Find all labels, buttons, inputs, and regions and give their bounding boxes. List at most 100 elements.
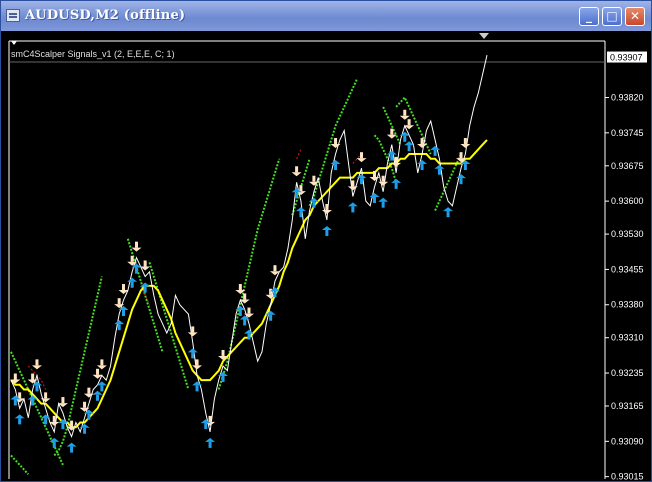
sell-arrow bbox=[96, 359, 107, 370]
buy-arrow-head bbox=[127, 277, 138, 282]
buy-arrow-shaft bbox=[143, 286, 147, 293]
buy-arrow-head bbox=[386, 150, 397, 155]
moving-average bbox=[10, 139, 488, 429]
sell-arrow-shaft bbox=[52, 415, 56, 422]
buy-arrow-head bbox=[295, 207, 306, 212]
sell-arrow-shaft bbox=[195, 359, 199, 366]
chart-menu-triangle bbox=[11, 41, 17, 45]
sell-arrow-shaft bbox=[334, 138, 338, 145]
buy-arrow-shaft bbox=[295, 192, 299, 199]
sell-arrow-shaft bbox=[381, 175, 385, 182]
sell-arrow-shaft bbox=[247, 307, 251, 314]
price-tick-label: 0.93675 bbox=[611, 161, 644, 171]
current-price-label: 0.93907 bbox=[610, 53, 643, 63]
sell-arrow-shaft bbox=[463, 138, 467, 145]
buy-arrow bbox=[434, 164, 445, 175]
sell-arrow-shaft bbox=[243, 293, 247, 300]
buy-arrow-shaft bbox=[437, 168, 441, 175]
sell-arrow-shaft bbox=[394, 156, 398, 163]
sell-arrow bbox=[131, 241, 142, 252]
buy-arrow-head bbox=[369, 193, 380, 197]
sell-arrow-head bbox=[356, 158, 367, 163]
buy-arrow-head bbox=[321, 225, 332, 230]
sell-arrow-head bbox=[291, 172, 302, 177]
buy-arrow-shaft bbox=[83, 427, 87, 434]
buy-arrow-shaft bbox=[208, 441, 212, 448]
sell-arrow-shaft bbox=[208, 415, 212, 422]
sell-arrow-head bbox=[417, 144, 428, 149]
buy-arrow-shaft bbox=[299, 211, 303, 218]
buy-arrow-shaft bbox=[35, 385, 39, 392]
sell-arrow-shaft bbox=[269, 288, 273, 295]
sell-arrow bbox=[460, 138, 471, 149]
buy-arrow-head bbox=[114, 320, 125, 325]
price-axis: 0.93820 0.93745 0.93675 0.93600 0.93530 0.934… bbox=[605, 51, 647, 481]
buy-arrow-shaft bbox=[100, 385, 104, 392]
buy-arrow-shaft bbox=[134, 267, 138, 274]
buy-arrow-head bbox=[14, 414, 25, 419]
buy-arrow bbox=[66, 442, 77, 453]
indicator-label: smC4Scalper Signals_v1 (2, E,E,E, C; 1) bbox=[11, 49, 175, 59]
sell-arrow-shaft bbox=[61, 397, 65, 404]
sell-arrow-head bbox=[391, 162, 402, 167]
buy-arrow-head bbox=[356, 174, 367, 179]
buy-arrow-shaft bbox=[13, 399, 17, 406]
buy-arrow-shaft bbox=[273, 291, 277, 298]
sell-arrow-shaft bbox=[390, 128, 394, 135]
price-line bbox=[10, 55, 488, 439]
buy-arrow-head bbox=[347, 202, 358, 207]
sell-arrow-shaft bbox=[83, 401, 87, 408]
buy-arrow-shaft bbox=[325, 229, 329, 236]
sell-arrow-shaft bbox=[134, 241, 138, 248]
ma-line bbox=[10, 139, 488, 429]
sell-arrow-shaft bbox=[96, 368, 100, 375]
price-tick-label: 0.93745 bbox=[611, 128, 644, 138]
sell-arrow-head bbox=[131, 247, 142, 252]
sell-arrow-shaft bbox=[407, 119, 411, 126]
buy-arrow bbox=[205, 437, 216, 448]
buy-arrow-shaft bbox=[18, 418, 22, 425]
sell-arrow-head bbox=[187, 332, 198, 337]
sell-arrow-head bbox=[460, 144, 471, 149]
buy-arrow-head bbox=[218, 371, 229, 376]
sell-arrow-shaft bbox=[312, 175, 316, 182]
buy-arrow bbox=[114, 320, 125, 331]
band-segment bbox=[53, 276, 103, 457]
buy-arrow-head bbox=[430, 145, 441, 150]
price-tick-label: 0.93455 bbox=[611, 264, 644, 274]
buy-arrow-shaft bbox=[394, 182, 398, 189]
sell-arrow-shaft bbox=[372, 171, 376, 177]
sell-arrow-shaft bbox=[70, 420, 74, 427]
buy-arrow-head bbox=[205, 437, 216, 442]
sell-arrow-head bbox=[386, 134, 397, 139]
buy-arrow-head bbox=[192, 381, 203, 386]
sell-arrow-head bbox=[330, 144, 341, 149]
buy-arrow-shaft bbox=[191, 352, 195, 359]
buy-arrow-shaft bbox=[31, 399, 35, 406]
buy-arrow bbox=[321, 225, 332, 236]
buy-arrow bbox=[391, 178, 402, 189]
sell-arrow bbox=[417, 138, 428, 149]
buy-arrow-shaft bbox=[312, 201, 316, 208]
band-segment bbox=[126, 238, 164, 353]
buy-arrow-head bbox=[66, 442, 77, 447]
sell-arrow-shaft bbox=[35, 359, 39, 366]
sell-arrow-head bbox=[378, 181, 389, 186]
sell-arrow-shaft bbox=[403, 109, 407, 116]
price-tick-label: 0.93600 bbox=[611, 196, 644, 206]
sell-arrow-shaft bbox=[459, 152, 463, 159]
sell-arrow-shaft bbox=[143, 260, 147, 267]
price-chart[interactable]: 0.93820 0.93745 0.93675 0.93600 0.93530 0.934… bbox=[1, 1, 651, 481]
sell-arrow bbox=[291, 166, 302, 177]
buy-arrow-shaft bbox=[420, 164, 424, 171]
buy-arrow bbox=[378, 197, 389, 208]
price-tick-label: 0.93015 bbox=[611, 472, 644, 481]
buy-arrow-shaft bbox=[459, 178, 463, 185]
price-tick-label: 0.93165 bbox=[611, 401, 644, 411]
buy-arrow-head bbox=[92, 390, 103, 395]
price-tick-label: 0.93090 bbox=[611, 436, 644, 446]
buy-arrow-shaft bbox=[269, 314, 273, 321]
sell-arrow-head bbox=[347, 186, 358, 191]
buy-arrow bbox=[443, 207, 454, 218]
sell-arrow-shaft bbox=[325, 203, 329, 210]
